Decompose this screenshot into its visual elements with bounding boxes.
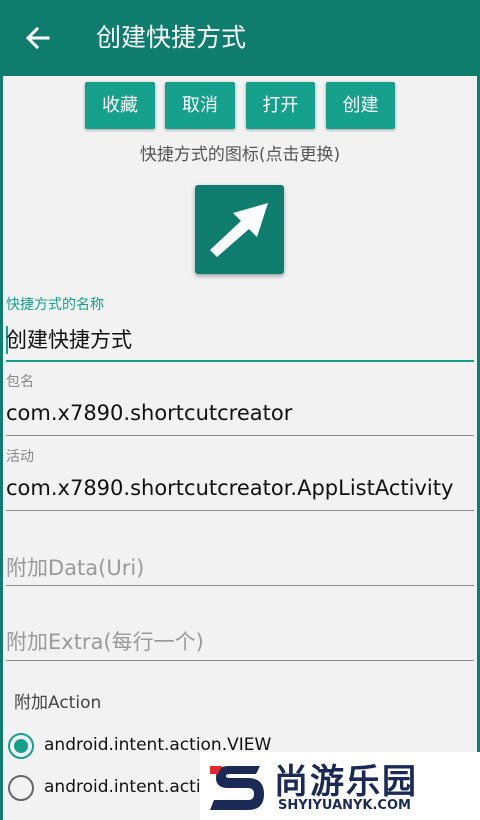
- watermark-logo-icon: [210, 766, 264, 810]
- shortcut-icon-picker[interactable]: [195, 185, 284, 274]
- field-underline: [6, 660, 474, 661]
- cancel-button[interactable]: 取消: [165, 82, 235, 129]
- extra-placeholder: 附加Extra(每行一个): [6, 630, 204, 654]
- open-button[interactable]: 打开: [246, 82, 315, 129]
- back-button[interactable]: [20, 20, 56, 56]
- favorite-button[interactable]: 收藏: [85, 82, 155, 129]
- shortcut-name-value: 创建快捷方式: [6, 328, 132, 352]
- data-uri-field[interactable]: 附加Data(Uri): [6, 516, 474, 586]
- package-value: com.x7890.shortcutcreator: [6, 401, 293, 425]
- activity-label: 活动: [6, 449, 34, 465]
- watermark-subtitle: SHYIYUANYK.COM: [278, 798, 411, 813]
- shortcut-name-field[interactable]: 快捷方式的名称 创建快捷方式: [6, 294, 474, 362]
- package-field[interactable]: 包名 com.x7890.shortcutcreator: [6, 371, 474, 437]
- watermark: 尚游乐园 SHYIYUANYK.COM: [200, 752, 480, 820]
- action-button-row: 收藏 取消 打开 创建: [3, 82, 477, 130]
- action-section-label: 附加Action: [14, 693, 102, 713]
- field-underline: [6, 510, 474, 511]
- activity-value: com.x7890.shortcutcreator.AppListActivit…: [6, 476, 454, 500]
- field-underline: [6, 585, 474, 586]
- create-button[interactable]: 创建: [326, 82, 395, 129]
- extra-field[interactable]: 附加Extra(每行一个): [6, 588, 474, 662]
- activity-field[interactable]: 活动 com.x7890.shortcutcreator.AppListActi…: [6, 446, 474, 512]
- data-uri-placeholder: 附加Data(Uri): [6, 556, 145, 580]
- package-label: 包名: [6, 374, 34, 390]
- radio-checked-icon[interactable]: [8, 733, 34, 759]
- watermark-title: 尚游乐园: [274, 762, 418, 802]
- field-underline: [6, 435, 474, 436]
- action-option-label: android.intent.actio: [44, 777, 211, 797]
- radio-unchecked-icon[interactable]: [8, 775, 34, 801]
- shortcut-name-label: 快捷方式的名称: [6, 297, 104, 313]
- icon-caption: 快捷方式的图标(点击更换): [139, 145, 341, 165]
- shortcut-arrow-icon: [210, 203, 268, 257]
- page-title: 创建快捷方式: [96, 23, 247, 52]
- arrow-left-icon: [25, 26, 50, 50]
- shortcut-form: 收藏 取消 打开 创建 快捷方式的图标(点击更换) 快捷方式的名称 创建快捷方式…: [3, 76, 477, 820]
- field-underline: [6, 360, 474, 362]
- app-bar: 创建快捷方式: [0, 0, 480, 76]
